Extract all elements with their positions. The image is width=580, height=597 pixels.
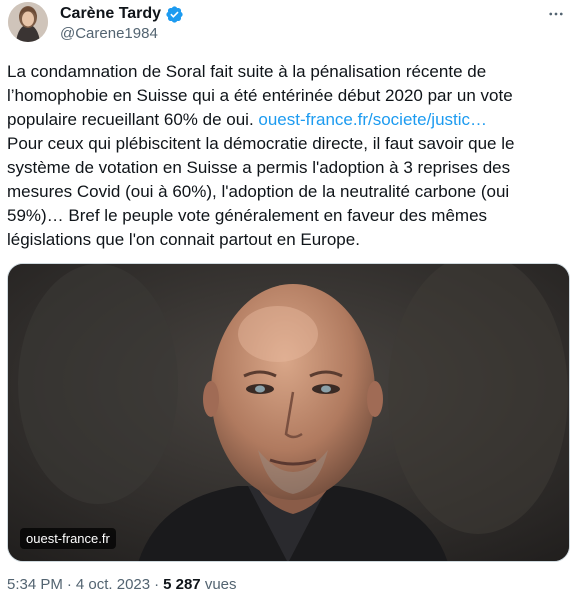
more-horizontal-icon xyxy=(549,12,563,16)
article-link[interactable]: ouest-france.fr/societe/justic… xyxy=(258,110,487,129)
avatar[interactable] xyxy=(8,2,48,42)
media-source-label[interactable]: ouest-france.fr xyxy=(20,528,116,549)
meta-separator: · xyxy=(66,576,72,593)
tweet-date[interactable]: 4 oct. 2023 xyxy=(76,576,150,593)
tweet-text: La condamnation de Soral fait suite à la… xyxy=(7,60,567,252)
author-name-row[interactable]: Carène Tardy xyxy=(60,3,184,25)
more-button[interactable] xyxy=(542,4,570,24)
display-name[interactable]: Carène Tardy xyxy=(60,5,161,23)
handle[interactable]: @Carene1984 xyxy=(60,25,158,42)
media-card[interactable]: ouest-france.fr xyxy=(7,263,570,562)
views-count: 5 287 xyxy=(163,576,201,593)
tweet-time[interactable]: 5:34 PM xyxy=(7,576,63,593)
views-label: vues xyxy=(204,576,237,593)
verified-badge-icon[interactable] xyxy=(165,5,184,24)
tweet: Carène Tardy @Carene1984 La condamnation… xyxy=(0,0,580,597)
media-photo xyxy=(8,264,569,561)
meta-separator-2: · xyxy=(154,576,160,593)
avatar-image xyxy=(8,2,48,42)
tweet-text-part2: Pour ceux qui plébiscitent la démocratie… xyxy=(7,134,515,249)
tweet-meta: 5:34 PM · 4 oct. 2023 · 5 287 vues xyxy=(7,576,237,593)
